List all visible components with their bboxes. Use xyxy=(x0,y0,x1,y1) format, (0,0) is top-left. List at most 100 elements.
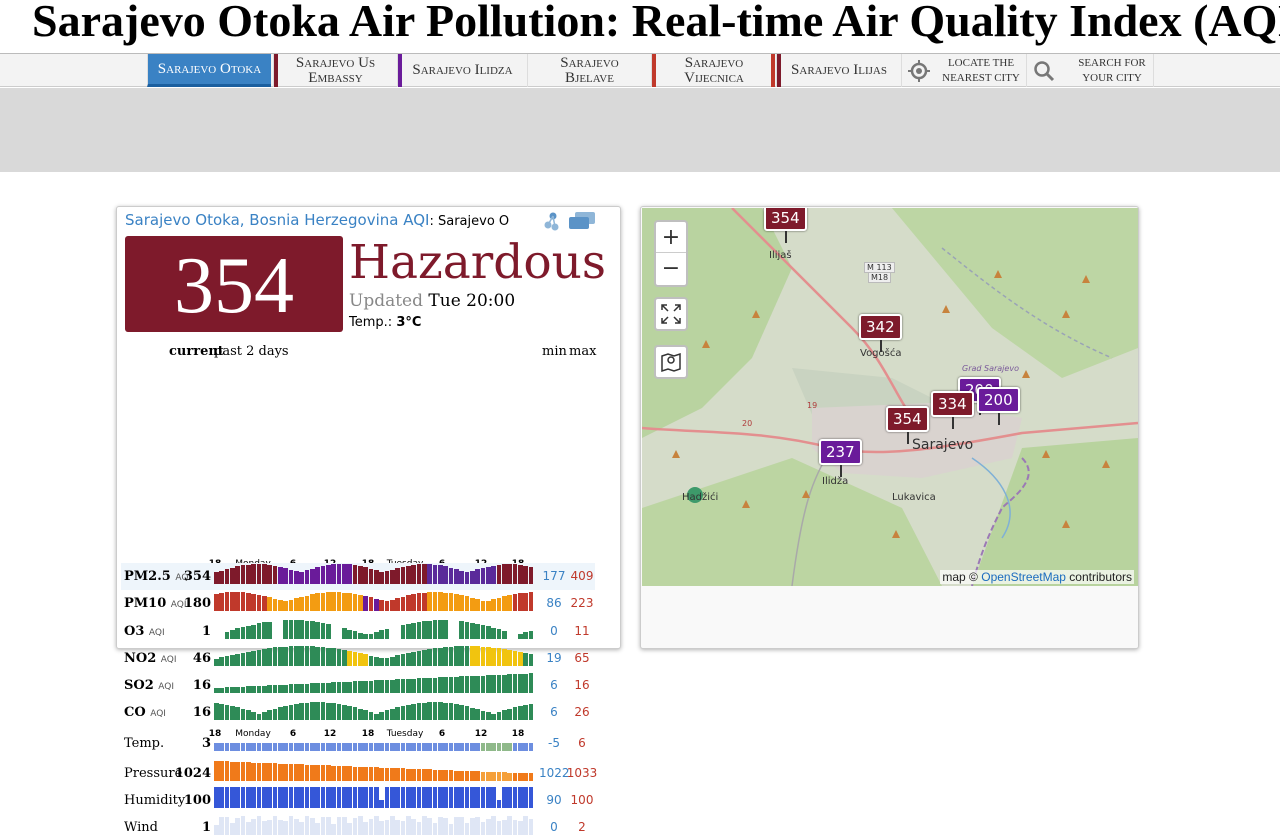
history-bar xyxy=(278,743,283,751)
history-bar xyxy=(214,787,219,808)
history-bar xyxy=(267,743,272,751)
history-bar xyxy=(422,564,427,584)
history-bar xyxy=(465,622,470,639)
zoom-in-button[interactable]: + xyxy=(656,222,686,253)
history-bar xyxy=(283,787,288,808)
history-bar xyxy=(331,648,336,666)
history-bar xyxy=(294,764,299,781)
history-bar xyxy=(459,705,464,720)
history-bar xyxy=(390,657,395,666)
history-bar xyxy=(219,787,224,808)
history-bar xyxy=(502,743,507,751)
history-bar xyxy=(523,705,528,720)
history-bar xyxy=(523,674,528,693)
history-bar xyxy=(529,567,534,584)
row-history-bars[interactable] xyxy=(214,563,534,584)
history-bar xyxy=(353,565,358,584)
row-history-bars[interactable] xyxy=(214,760,534,781)
history-bar xyxy=(518,674,523,693)
history-bar xyxy=(497,598,502,611)
history-bar xyxy=(305,703,310,720)
map-marker-vijecnica[interactable]: 200 xyxy=(977,387,1020,413)
history-bar xyxy=(257,816,262,835)
row-history-bars[interactable] xyxy=(214,645,534,666)
history-bar xyxy=(214,594,219,611)
history-bar xyxy=(523,566,528,584)
history-bar xyxy=(433,770,438,781)
history-bar xyxy=(246,743,251,751)
history-bar xyxy=(363,654,368,666)
history-bar xyxy=(449,568,454,584)
nav-item-sarajevo-vijecnica[interactable]: Sarajevo Vijecnica xyxy=(651,54,776,87)
nav-item-sarajevo-otoka[interactable]: Sarajevo Otoka xyxy=(147,54,271,87)
history-bar xyxy=(230,823,235,835)
map-marker-ilidza[interactable]: 237 xyxy=(819,439,862,465)
nav-item-sarajevo-us-embassy[interactable]: Sarajevo Us Embassy xyxy=(273,54,397,87)
history-bar xyxy=(337,592,342,611)
history-bar xyxy=(379,600,384,611)
openstreetmap-link[interactable]: OpenStreetMap xyxy=(981,570,1066,584)
row-history-bars[interactable] xyxy=(214,618,534,639)
history-bar xyxy=(337,704,342,720)
history-bar xyxy=(454,771,459,782)
search-label: SEARCH FOR YOUR CITY xyxy=(1072,56,1152,86)
history-bar xyxy=(225,687,230,693)
history-bar xyxy=(475,624,480,639)
station-map[interactable]: Ilijaš Vogošća Sarajevo Ilidža Lukavica … xyxy=(642,208,1138,586)
history-bar xyxy=(395,707,400,720)
history-bar xyxy=(470,818,475,835)
search-icon xyxy=(1033,60,1055,82)
history-bar xyxy=(475,646,480,666)
history-bar xyxy=(449,824,454,835)
history-bar xyxy=(267,622,272,639)
history-bar xyxy=(465,676,470,693)
map-marker-otoka[interactable]: 354 xyxy=(886,406,929,432)
history-bar xyxy=(251,651,256,666)
history-bar xyxy=(518,821,523,835)
history-bar xyxy=(401,625,406,639)
history-bar xyxy=(214,572,219,584)
row-history-bars[interactable] xyxy=(214,699,534,720)
history-bar xyxy=(321,623,326,639)
history-bar xyxy=(289,570,294,584)
fullscreen-button[interactable] xyxy=(654,297,688,331)
zoom-out-button[interactable]: − xyxy=(656,253,686,284)
history-bar xyxy=(353,743,358,751)
history-bar xyxy=(417,651,422,666)
row-history-bars[interactable] xyxy=(214,787,534,808)
map-layers-button[interactable] xyxy=(654,345,688,379)
map-marker-ilijas[interactable]: 354 xyxy=(764,208,807,231)
history-bar xyxy=(315,647,320,666)
history-bar xyxy=(454,787,459,808)
place-grad-sarajevo: Grad Sarajevo xyxy=(962,364,1019,373)
map-marker-vogosca[interactable]: 342 xyxy=(859,314,902,340)
history-bar xyxy=(315,567,320,584)
history-bar xyxy=(294,684,299,693)
history-bar xyxy=(337,564,342,584)
history-bar xyxy=(315,787,320,808)
row-history-bars[interactable] xyxy=(214,814,534,835)
history-bar xyxy=(417,703,422,720)
history-bar xyxy=(401,787,406,808)
row-history-bars[interactable] xyxy=(214,730,534,751)
history-bar xyxy=(246,565,251,584)
locate-nearest-city-button[interactable]: LOCATE THE NEAREST CITY xyxy=(901,54,1026,87)
row-current-value: 16 xyxy=(117,678,211,693)
row-history-bars[interactable] xyxy=(214,590,534,611)
history-bar xyxy=(486,567,491,584)
marker-value: 354 xyxy=(771,209,800,227)
history-bar xyxy=(321,765,326,781)
history-bar xyxy=(262,596,267,611)
row-history-bars[interactable] xyxy=(214,672,534,693)
map-marker-us-embassy[interactable]: 334 xyxy=(931,391,974,417)
history-bar xyxy=(449,647,454,666)
history-bar xyxy=(326,592,331,611)
nav-item-sarajevo-ilijas[interactable]: Sarajevo Ilijas xyxy=(776,54,901,87)
history-bar xyxy=(262,821,267,835)
search-city-button[interactable]: SEARCH FOR YOUR CITY xyxy=(1026,54,1154,87)
history-bar xyxy=(246,626,251,639)
nav-item-sarajevo-ilidza[interactable]: Sarajevo Ilidza xyxy=(397,54,527,87)
history-bar xyxy=(219,704,224,720)
nav-item-sarajevo-bjelave[interactable]: Sarajevo Bjelave xyxy=(527,54,651,87)
history-bar xyxy=(347,823,352,835)
